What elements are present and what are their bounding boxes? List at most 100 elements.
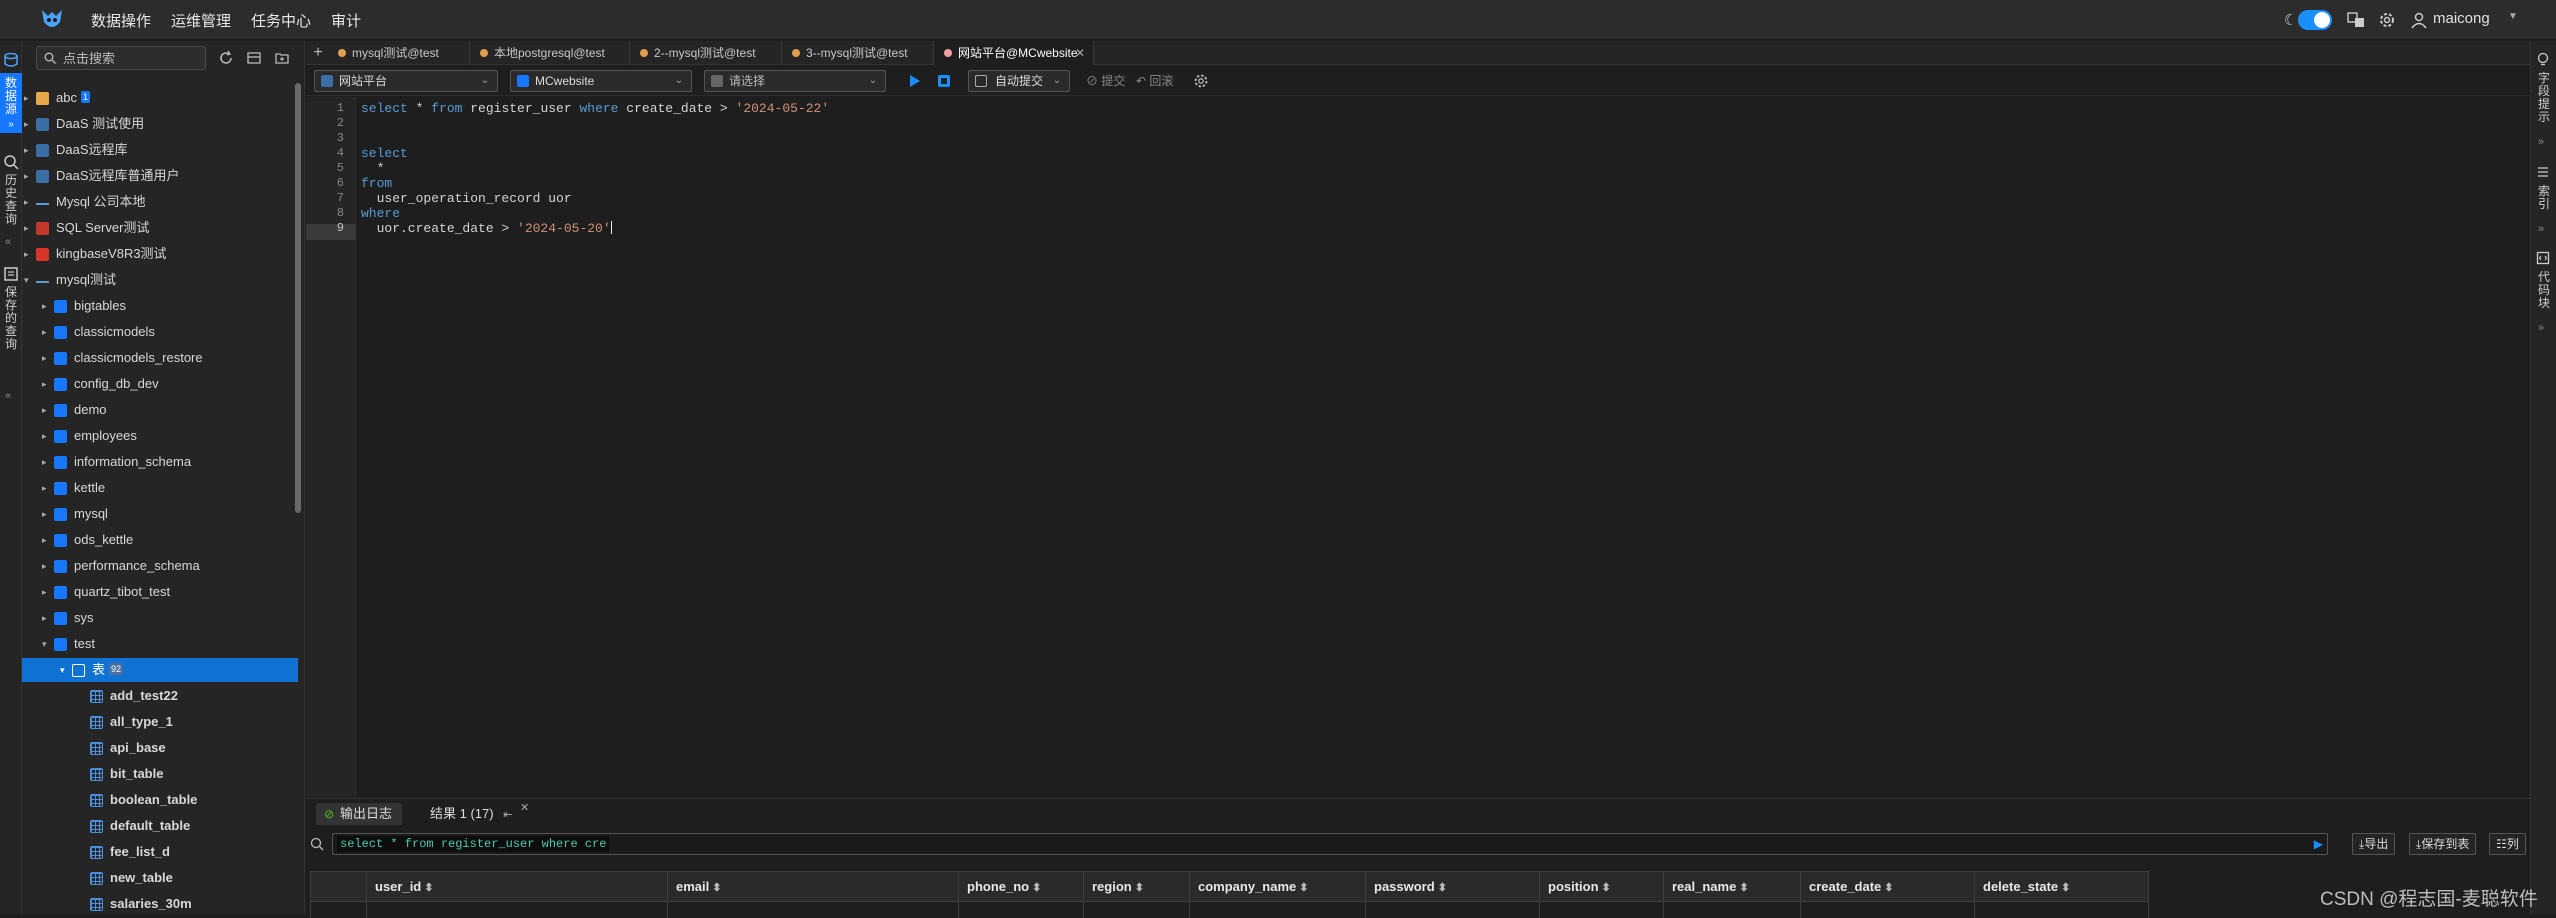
rail-tab-index[interactable]: 索引 bbox=[2536, 185, 2552, 211]
column-header-company-name[interactable]: company_name ⬍ bbox=[1189, 871, 1366, 902]
caret-down-icon[interactable]: ▾ bbox=[24, 268, 34, 292]
index-icon[interactable] bbox=[2536, 165, 2550, 179]
refresh-icon[interactable] bbox=[218, 50, 234, 66]
datasource-select[interactable]: 网站平台 ⌄ bbox=[314, 70, 498, 92]
commit-mode-select[interactable]: 自动提交 ⌄ bbox=[968, 70, 1070, 92]
table-cell[interactable] bbox=[310, 901, 367, 918]
table-row[interactable] bbox=[310, 901, 2149, 918]
tree-item[interactable]: ▸ Mysql 公司本地 bbox=[22, 190, 298, 214]
explain-icon[interactable] bbox=[937, 74, 951, 88]
tree-item[interactable]: ▸ SQL Server测试 bbox=[22, 216, 298, 240]
table-cell[interactable] bbox=[1083, 901, 1190, 918]
column-header-user-id[interactable]: user_id ⬍ bbox=[366, 871, 668, 902]
table-cell[interactable] bbox=[1189, 901, 1366, 918]
code-line[interactable]: * bbox=[361, 161, 385, 176]
double-chevron-right-icon[interactable]: » bbox=[2538, 136, 2544, 148]
menu-audit[interactable]: 审计 bbox=[331, 10, 361, 31]
sort-icon[interactable]: ⬍ bbox=[2061, 882, 2070, 894]
rail-tab-history[interactable]: 历史查询 bbox=[0, 174, 22, 234]
tab-mcwebsite[interactable]: 网站平台@MCwebsite ✕ bbox=[934, 41, 1094, 65]
rail-tab-saved[interactable]: 保存的查询 bbox=[0, 286, 22, 386]
code-line[interactable]: select bbox=[361, 146, 408, 161]
column-header-phone-no[interactable]: phone_no ⬍ bbox=[958, 871, 1084, 902]
table-cell[interactable] bbox=[958, 901, 1084, 918]
tab-result-1[interactable]: 结果 1 (17) ⇤ bbox=[420, 803, 522, 825]
column-header-delete-state[interactable]: delete_state ⬍ bbox=[1974, 871, 2149, 902]
caret-right-icon[interactable]: ▸ bbox=[24, 164, 34, 188]
caret-right-icon[interactable]: ▸ bbox=[42, 424, 52, 448]
tree-item[interactable]: all_type_1 bbox=[22, 710, 298, 734]
sql-editor[interactable]: 123456789 select * from register_user wh… bbox=[306, 97, 2530, 797]
sort-icon[interactable]: ⬍ bbox=[712, 882, 721, 894]
app-logo-icon[interactable] bbox=[38, 6, 66, 34]
caret-right-icon[interactable]: ▸ bbox=[42, 398, 52, 422]
sort-icon[interactable]: ⬍ bbox=[1602, 882, 1611, 894]
code-line[interactable]: uor.create_date > '2024-05-20' bbox=[361, 221, 612, 236]
caret-right-icon[interactable]: ▸ bbox=[42, 320, 52, 344]
sort-icon[interactable]: ⬍ bbox=[424, 882, 433, 894]
caret-right-icon[interactable]: ▸ bbox=[24, 242, 34, 266]
tree-item[interactable]: ▾ mysql测试 bbox=[22, 268, 298, 292]
rail-tab-code-block[interactable]: 代码块 bbox=[2536, 271, 2552, 310]
tree-item[interactable]: ▸ demo bbox=[22, 398, 298, 422]
tree-item[interactable]: ▾ test bbox=[22, 632, 298, 656]
code-line[interactable]: where bbox=[361, 206, 400, 221]
sort-icon[interactable]: ⬍ bbox=[1739, 882, 1748, 894]
tab-local-postgresql[interactable]: 本地postgresql@test bbox=[470, 41, 630, 65]
sort-icon[interactable]: ⬍ bbox=[1032, 882, 1041, 894]
database-select[interactable]: MCwebsite ⌄ bbox=[510, 70, 692, 92]
tree-item[interactable]: bit_table bbox=[22, 762, 298, 786]
sort-icon[interactable]: ⬍ bbox=[1884, 882, 1893, 894]
caret-down-icon[interactable]: ▾ bbox=[60, 658, 70, 682]
caret-right-icon[interactable]: ▸ bbox=[42, 502, 52, 526]
tab-2-mysql-test[interactable]: 2--mysql测试@test bbox=[630, 41, 782, 65]
new-folder-icon[interactable] bbox=[274, 50, 290, 66]
commit-button[interactable]: ⊘ 提交 bbox=[1086, 71, 1125, 91]
tree-item[interactable]: boolean_table bbox=[22, 788, 298, 812]
table-cell[interactable] bbox=[366, 901, 668, 918]
translate-icon[interactable] bbox=[2347, 11, 2365, 29]
tree-item[interactable]: ▸ DaaS 测试使用 bbox=[22, 112, 298, 136]
sidebar-scrollbar[interactable] bbox=[295, 83, 301, 513]
menu-ops-management[interactable]: 运维管理 bbox=[171, 10, 231, 31]
tree-search-input[interactable] bbox=[63, 50, 201, 66]
username[interactable]: maicong bbox=[2433, 10, 2490, 27]
pin-icon[interactable]: ⇤ bbox=[503, 809, 512, 821]
table-cell[interactable] bbox=[1974, 901, 2149, 918]
caret-right-icon[interactable]: ▸ bbox=[42, 554, 52, 578]
columns-button[interactable]: ☷列 bbox=[2489, 833, 2526, 855]
menu-task-center[interactable]: 任务中心 bbox=[251, 10, 311, 31]
code-line[interactable]: from bbox=[361, 176, 392, 191]
tree-item[interactable]: salaries_30m bbox=[22, 892, 298, 914]
tree-item[interactable]: ▾ 表 92 bbox=[22, 658, 298, 682]
caret-right-icon[interactable]: ▸ bbox=[24, 138, 34, 162]
caret-right-icon[interactable]: ▸ bbox=[42, 294, 52, 318]
datasource-icon[interactable] bbox=[3, 52, 19, 68]
lightbulb-icon[interactable] bbox=[2536, 52, 2550, 66]
tree-item[interactable]: ▸ performance_schema bbox=[22, 554, 298, 578]
sort-icon[interactable]: ⬍ bbox=[1299, 882, 1308, 894]
caret-right-icon[interactable]: ▸ bbox=[24, 190, 34, 214]
tree-item[interactable]: ▸ DaaS远程库普通用户 bbox=[22, 164, 298, 188]
tree-item[interactable]: ▸ quartz_tibot_test bbox=[22, 580, 298, 604]
caret-right-icon[interactable]: ▸ bbox=[42, 580, 52, 604]
tree-item[interactable]: add_test22 bbox=[22, 684, 298, 708]
column-header-real-name[interactable]: real_name ⬍ bbox=[1663, 871, 1801, 902]
tree-item[interactable]: ▸ classicmodels bbox=[22, 320, 298, 344]
tab-3-mysql-test[interactable]: 3--mysql测试@test bbox=[782, 41, 934, 65]
caret-down-icon[interactable]: ▾ bbox=[42, 632, 52, 656]
tree-item[interactable]: ▸ kettle bbox=[22, 476, 298, 500]
add-tab-icon[interactable]: + bbox=[310, 41, 326, 65]
table-cell[interactable] bbox=[1539, 901, 1664, 918]
export-button[interactable]: ⤓导出 bbox=[2352, 833, 2396, 855]
caret-right-icon[interactable]: ▸ bbox=[42, 346, 52, 370]
code-line[interactable]: user_operation_record uor bbox=[361, 191, 572, 206]
table-cell[interactable] bbox=[1663, 901, 1801, 918]
caret-right-icon[interactable]: ▸ bbox=[24, 216, 34, 240]
sort-icon[interactable]: ⬍ bbox=[1135, 882, 1144, 894]
caret-right-icon[interactable]: ▸ bbox=[42, 476, 52, 500]
table-cell[interactable] bbox=[1800, 901, 1975, 918]
tree-item[interactable]: ▸ DaaS远程库 bbox=[22, 138, 298, 162]
table-cell[interactable] bbox=[667, 901, 959, 918]
new-connection-icon[interactable] bbox=[246, 50, 262, 66]
